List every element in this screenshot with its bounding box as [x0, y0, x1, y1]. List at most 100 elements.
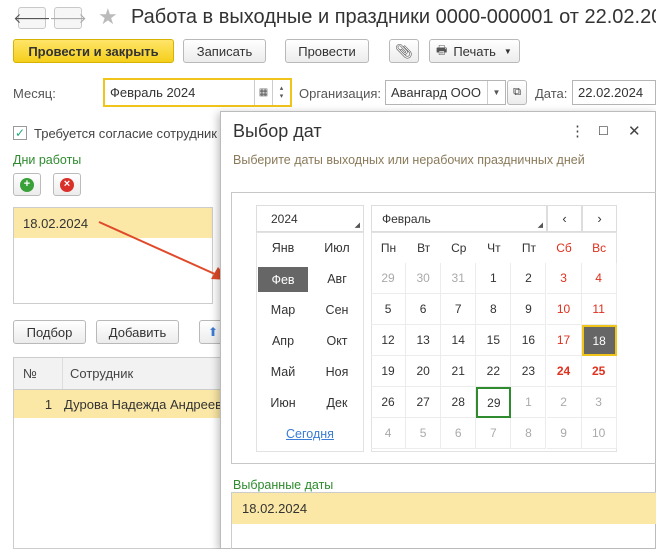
dialog-title: Выбор дат — [233, 121, 322, 141]
month-cell[interactable]: Янв — [256, 232, 310, 263]
write-button[interactable]: Записать — [183, 39, 266, 63]
day-cell[interactable]: 5 — [406, 418, 442, 449]
day-cell[interactable]: 8 — [511, 418, 547, 449]
month-field[interactable]: Февраль 2024 ▦ ▴ ▾ — [103, 78, 292, 107]
month-name-field[interactable]: Февраль ◢ — [371, 205, 547, 232]
table-row[interactable]: 1 Дурова Надежда Андреев — [14, 390, 222, 418]
attach-button[interactable]: 📎︎ — [389, 39, 419, 63]
day-cell[interactable]: 12 — [371, 325, 407, 356]
year-field[interactable]: 2024 ◢ — [256, 205, 364, 232]
month-cell[interactable]: Сен — [310, 294, 364, 325]
month-cell[interactable]: Мар — [256, 294, 310, 325]
day-cell[interactable]: 24 — [546, 356, 582, 387]
weekday-header: Вс — [592, 240, 607, 255]
day-cell[interactable]: 8 — [476, 294, 512, 325]
favorite-star-icon[interactable]: ★ — [98, 4, 118, 30]
close-icon[interactable]: ✕ — [628, 122, 641, 140]
day-cell[interactable]: 10 — [546, 294, 582, 325]
day-cell[interactable]: 31 — [441, 263, 477, 294]
pointer-arrow — [98, 221, 229, 280]
next-month-button[interactable]: › — [582, 205, 617, 232]
month-cell[interactable]: Дек — [310, 387, 364, 418]
day-cell[interactable]: 7 — [476, 418, 512, 449]
day-cell[interactable]: 9 — [511, 294, 547, 325]
org-value: Авангард ООО — [391, 85, 481, 100]
month-cell[interactable]: Апр — [256, 325, 310, 356]
today-link[interactable]: Сегодня — [256, 427, 364, 441]
day-cell[interactable]: 3 — [581, 387, 617, 418]
open-organization-button[interactable]: ⧉ — [507, 80, 527, 105]
month-cell[interactable]: Авг — [310, 263, 364, 294]
day-cell[interactable]: 30 — [406, 263, 442, 294]
day-cell[interactable]: 3 — [546, 263, 582, 294]
month-cell[interactable]: Июн — [256, 387, 310, 418]
month-cell[interactable]: Окт — [310, 325, 364, 356]
workdays-label: Дни работы — [13, 153, 82, 167]
chevron-left-icon: ‹ — [562, 211, 567, 226]
calendar-icon[interactable]: ▦ — [254, 80, 272, 105]
day-cell[interactable]: 11 — [581, 294, 617, 325]
post-button[interactable]: Провести — [285, 39, 369, 63]
day-cell[interactable]: 14 — [441, 325, 477, 356]
print-button[interactable]: 🖶 Печать ▼ — [429, 39, 520, 63]
day-cell[interactable]: 4 — [371, 418, 407, 449]
month-cell[interactable]: Июл — [310, 232, 364, 263]
day-cell[interactable]: 15 — [476, 325, 512, 356]
consent-checkbox[interactable]: ✓ — [13, 126, 27, 140]
day-cell[interactable]: 20 — [406, 356, 442, 387]
weekday-header: Вт — [417, 240, 431, 255]
selected-dates-label: Выбранные даты — [233, 478, 334, 492]
month-cell[interactable]: Ноя — [310, 356, 364, 387]
day-cell[interactable]: 23 — [511, 356, 547, 387]
pick-button[interactable]: Подбор — [13, 320, 86, 344]
plus-icon: + — [20, 177, 34, 192]
column-number[interactable]: № — [14, 358, 63, 389]
day-cell[interactable]: 13 — [406, 325, 442, 356]
month-cell[interactable]: Май — [256, 356, 310, 387]
day-cell[interactable]: 6 — [406, 294, 442, 325]
maximize-icon[interactable]: ☐ — [598, 124, 609, 138]
day-cell[interactable]: 25 — [581, 356, 617, 387]
day-cell[interactable]: 16 — [511, 325, 547, 356]
day-cell[interactable]: 27 — [406, 387, 442, 418]
date-field[interactable]: 22.02.2024 — [572, 80, 656, 105]
weekday-header: Пн — [380, 240, 397, 255]
day-cell[interactable]: 29 — [371, 263, 407, 294]
day-cell[interactable]: 5 — [371, 294, 407, 325]
day-cell[interactable]: 6 — [441, 418, 477, 449]
list-item[interactable]: 18.02.2024 — [232, 493, 656, 524]
day-cell[interactable]: 21 — [441, 356, 477, 387]
day-cell[interactable]: 17 — [546, 325, 582, 356]
back-button[interactable]: 🡐 — [13, 7, 51, 29]
add-button[interactable]: Добавить — [96, 320, 179, 344]
page-title: Работа в выходные и праздники 0000-00000… — [131, 6, 656, 28]
day-cell[interactable]: 10 — [581, 418, 617, 449]
day-cell[interactable]: 18 — [581, 325, 617, 356]
chevron-down-icon[interactable]: ▼ — [487, 81, 505, 104]
day-cell[interactable]: 29 — [476, 387, 512, 418]
post-and-close-button[interactable]: Провести и закрыть — [13, 39, 174, 63]
day-cell[interactable]: 2 — [511, 263, 547, 294]
day-cell[interactable]: 4 — [581, 263, 617, 294]
organization-field[interactable]: Авангард ООО ▼ — [385, 80, 506, 105]
day-cell[interactable]: 22 — [476, 356, 512, 387]
add-date-button[interactable]: + — [13, 173, 41, 196]
day-cell[interactable]: 7 — [441, 294, 477, 325]
forward-button[interactable]: 🡒 — [49, 7, 87, 29]
day-cell[interactable]: 28 — [441, 387, 477, 418]
column-employee[interactable]: Сотрудник — [63, 366, 133, 381]
month-cell[interactable]: Фев — [258, 267, 308, 292]
month-label: Месяц: — [13, 86, 56, 101]
day-cell[interactable]: 19 — [371, 356, 407, 387]
day-cell[interactable]: 9 — [546, 418, 582, 449]
month-stepper[interactable]: ▴ ▾ — [272, 80, 290, 105]
month-value: Февраль 2024 — [110, 85, 196, 100]
remove-date-button[interactable]: × — [53, 173, 81, 196]
day-cell[interactable]: 1 — [476, 263, 512, 294]
day-cell[interactable]: 2 — [546, 387, 582, 418]
day-cell[interactable]: 1 — [511, 387, 547, 418]
prev-month-button[interactable]: ‹ — [547, 205, 582, 232]
day-cell[interactable]: 26 — [371, 387, 407, 418]
selected-dates-list[interactable]: 18.02.2024 — [231, 492, 656, 549]
more-icon[interactable]: ⋮ — [570, 122, 585, 140]
